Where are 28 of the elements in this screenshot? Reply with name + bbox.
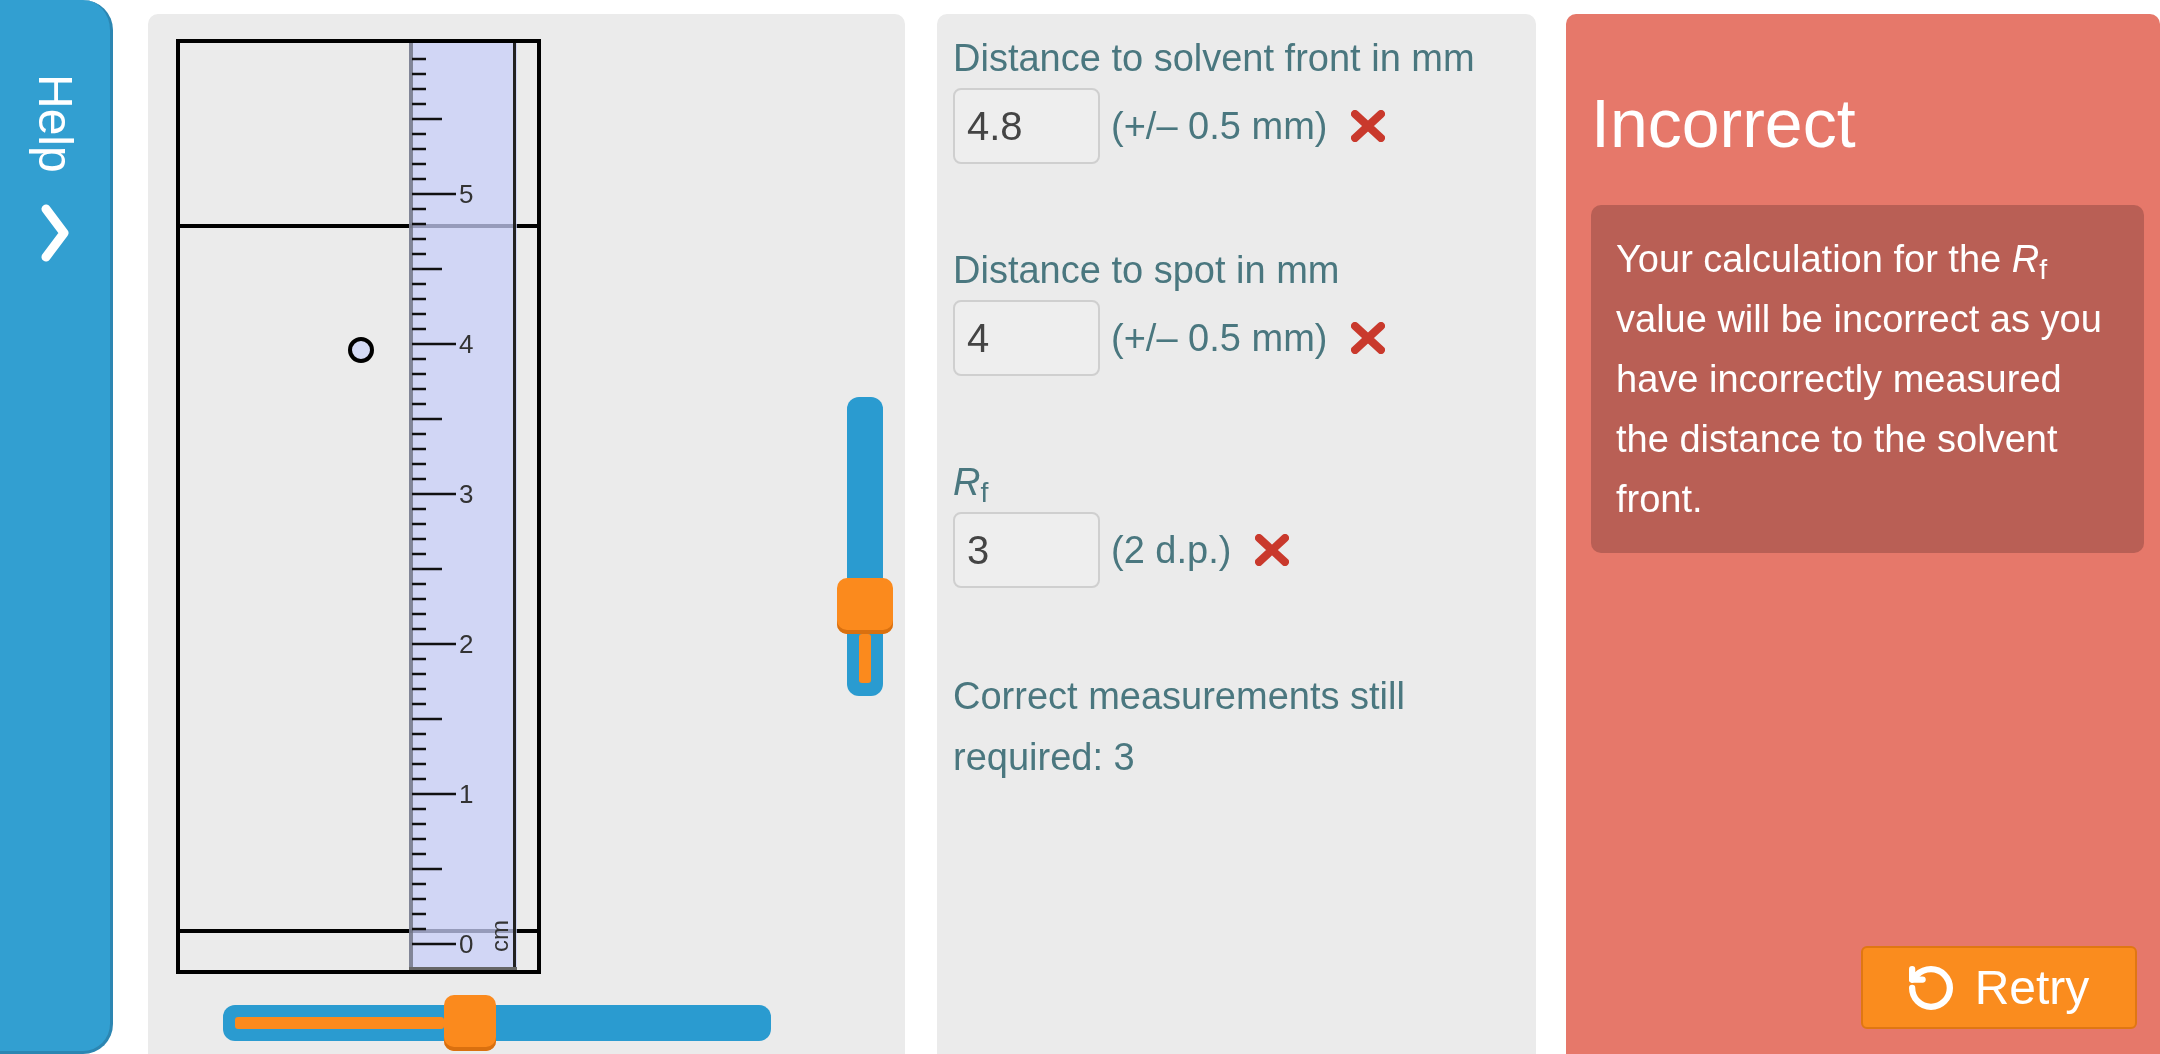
ruler-number: 0: [459, 929, 474, 959]
slider-thumb[interactable]: [443, 995, 496, 1051]
field-label: Distance to solvent front in mm: [953, 36, 1475, 81]
spot-icon: [348, 337, 374, 363]
tolerance-hint: (+/– 0.5 mm): [1111, 316, 1328, 361]
slider-fill: [859, 634, 871, 683]
ruler-unit-label: cm: [485, 920, 513, 952]
feedback-message: Your calculation for the R$_{f}$ value will be incorrect as you have incorrectly measured the distance to the solvent front.: [1591, 205, 2144, 553]
ruler-number: 1: [459, 779, 474, 809]
input-field[interactable]: 3: [953, 512, 1100, 588]
status-message: Correct measurements still required: 3: [953, 674, 1406, 780]
field-label: Distance to spot in mm: [953, 248, 1340, 293]
result-title: Incorrect: [1591, 86, 1856, 160]
tolerance-hint: (+/– 0.5 mm): [1111, 104, 1328, 149]
tolerance-hint: (2 d.p.): [1111, 528, 1232, 573]
input-field[interactable]: 4.8: [953, 88, 1100, 164]
field-label: R$_{f}$: [953, 460, 989, 508]
ruler[interactable]: [409, 43, 517, 970]
circular-arrow-icon: [1908, 965, 1953, 1010]
ruler-number: 2: [459, 629, 474, 659]
ruler-number: 5: [459, 179, 474, 209]
vertical-slider[interactable]: [837, 397, 893, 696]
ruler-number: 3: [459, 479, 474, 509]
horizontal-slider[interactable]: [223, 995, 771, 1051]
chevron-right-icon: [40, 202, 70, 263]
ruler-number: 4: [459, 329, 474, 359]
slider-thumb[interactable]: [837, 578, 893, 635]
input-field[interactable]: 4: [953, 300, 1100, 376]
